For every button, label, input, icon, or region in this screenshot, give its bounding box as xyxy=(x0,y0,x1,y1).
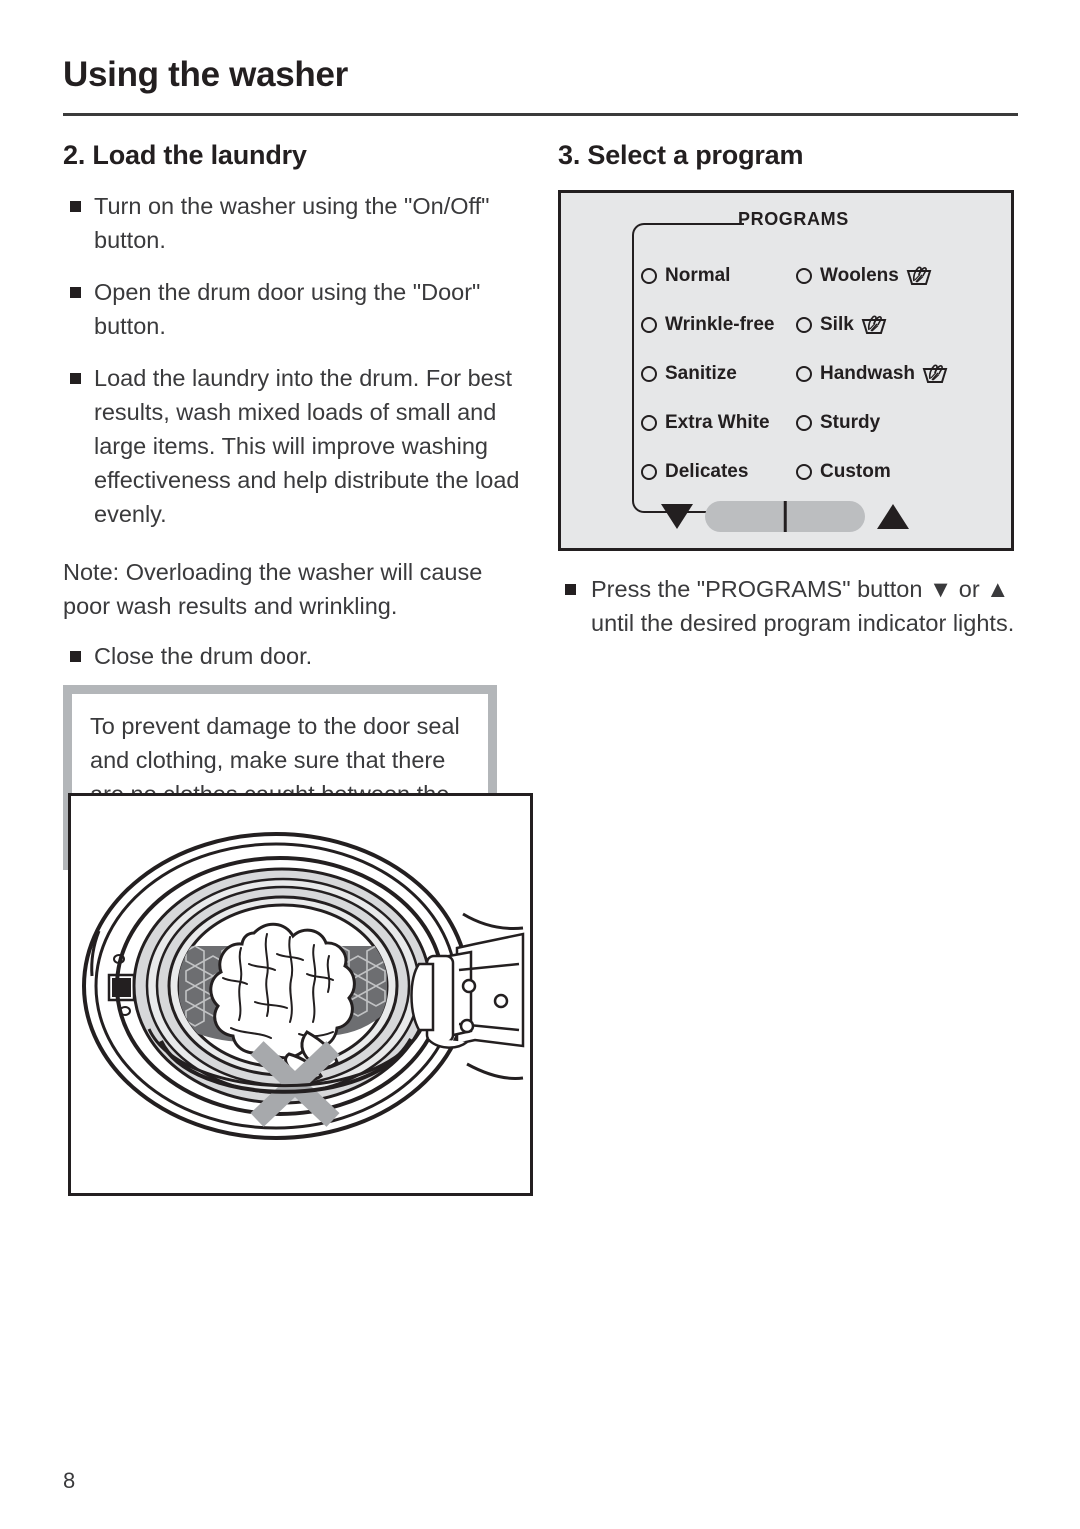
programs-rocker-control xyxy=(661,493,981,539)
header-divider xyxy=(63,113,1018,116)
right-column: 3. Select a program xyxy=(558,140,1018,189)
program-label: Extra White xyxy=(665,411,770,433)
programs-control-panel: PROGRAMS Normal Woolens Wrinkle-free Sil… xyxy=(558,190,1014,551)
list-item-text: Press the "PROGRAMS" button ▼ or ▲ until… xyxy=(591,576,1015,636)
washer-drum-drawing xyxy=(82,832,525,1140)
program-option-custom[interactable]: Custom xyxy=(796,461,991,483)
program-option-handwash[interactable]: Handwash xyxy=(796,363,991,385)
program-label: Wrinkle-free xyxy=(665,313,775,335)
programs-row: Normal Woolens xyxy=(641,251,991,300)
program-option-woolens[interactable]: Woolens xyxy=(796,265,991,287)
section-heading-load-laundry: 2. Load the laundry xyxy=(63,140,307,170)
program-option-silk[interactable]: Silk xyxy=(796,314,991,336)
washer-drum-illustration xyxy=(68,793,533,1196)
indicator-led-icon xyxy=(796,414,812,431)
programs-list: Normal Woolens Wrinkle-free Silk Sanitiz… xyxy=(641,251,991,496)
page-title: Using the washer xyxy=(63,55,348,94)
indicator-led-icon xyxy=(796,365,812,382)
indicator-led-icon xyxy=(641,316,657,333)
programs-row: Wrinkle-free Silk xyxy=(641,300,991,349)
programs-rocker-button[interactable] xyxy=(705,500,865,532)
program-option-normal[interactable]: Normal xyxy=(641,265,796,287)
bullet-square-icon xyxy=(70,373,81,384)
list-item: Turn on the washer using the "On/Off" bu… xyxy=(63,189,533,257)
list-item-text: Open the drum door using the "Door" butt… xyxy=(94,279,481,339)
list-item: Load the laundry into the drum. For best… xyxy=(63,361,533,531)
program-label: Normal xyxy=(665,264,731,286)
indicator-led-icon xyxy=(641,463,657,480)
program-label: Sturdy xyxy=(820,411,881,433)
page-number: 8 xyxy=(63,1468,76,1493)
left-column: 2. Load the laundry Turn on the washer u… xyxy=(63,140,533,870)
triangle-up-icon[interactable] xyxy=(877,503,909,529)
section-heading-select-program: 3. Select a program xyxy=(558,140,804,170)
indicator-led-icon xyxy=(641,267,657,284)
indicator-led-icon xyxy=(641,365,657,382)
bullet-square-icon xyxy=(70,650,81,662)
program-label: Custom xyxy=(820,460,891,482)
program-option-delicates[interactable]: Delicates xyxy=(641,461,796,483)
programs-row: Delicates Custom xyxy=(641,447,991,496)
program-label: Silk xyxy=(820,313,854,335)
manual-page: Using the washer 2. Load the laundry Tur… xyxy=(0,0,1080,1529)
indicator-led-icon xyxy=(641,414,657,431)
list-item-text: Load the laundry into the drum. For best… xyxy=(94,365,520,527)
hand-wash-symbol-icon xyxy=(906,265,932,287)
overloading-note: Note: Overloading the washer will cause … xyxy=(63,558,483,619)
triangle-down-icon[interactable] xyxy=(661,503,693,529)
program-option-extra-white[interactable]: Extra White xyxy=(641,412,796,434)
program-option-sanitize[interactable]: Sanitize xyxy=(641,363,796,385)
list-item-text: Turn on the washer using the "On/Off" bu… xyxy=(94,193,490,253)
program-label: Woolens xyxy=(820,264,899,286)
list-item: Press the "PROGRAMS" button ▼ or ▲ until… xyxy=(558,572,1023,640)
bullet-square-icon xyxy=(565,584,576,595)
select-program-instructions: Press the "PROGRAMS" button ▼ or ▲ until… xyxy=(558,572,1023,658)
list-item-text: Close the drum door. xyxy=(94,642,313,669)
list-item: Open the drum door using the "Door" butt… xyxy=(63,275,533,343)
program-option-wrinkle-free[interactable]: Wrinkle-free xyxy=(641,314,796,336)
indicator-led-icon xyxy=(796,463,812,480)
program-option-sturdy[interactable]: Sturdy xyxy=(796,412,991,434)
hand-wash-symbol-icon xyxy=(922,363,948,385)
programs-row: Sanitize Handwash xyxy=(641,349,991,398)
program-label: Handwash xyxy=(820,362,916,384)
bullet-square-icon xyxy=(70,201,81,212)
indicator-led-icon xyxy=(796,267,812,284)
indicator-led-icon xyxy=(796,316,812,333)
list-item: Close the drum door. xyxy=(63,639,533,673)
rocker-divider xyxy=(783,500,787,532)
hand-wash-symbol-icon xyxy=(861,314,887,336)
program-label: Sanitize xyxy=(665,362,737,384)
programs-row: Extra White Sturdy xyxy=(641,398,991,447)
program-label: Delicates xyxy=(665,460,749,482)
programs-panel-label: PROGRAMS xyxy=(738,209,849,229)
bullet-square-icon xyxy=(70,287,81,298)
